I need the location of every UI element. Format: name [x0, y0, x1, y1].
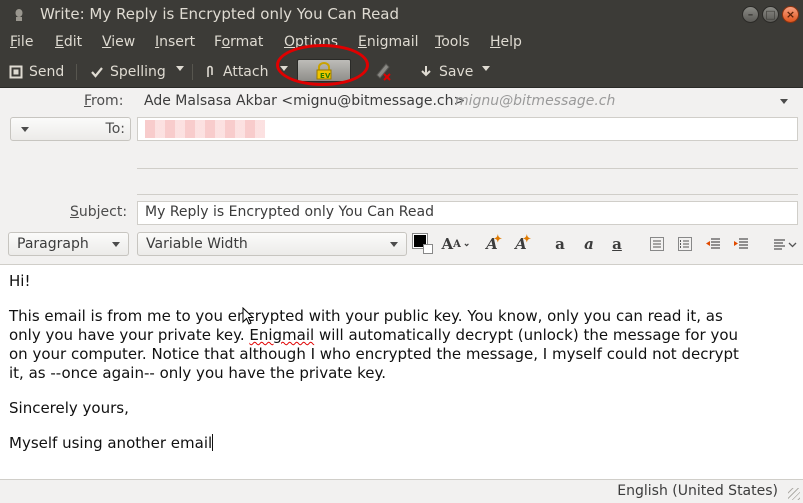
body-line: only you have your private key. Enigmail…: [9, 326, 739, 344]
alignment-dropdown-icon[interactable]: [772, 234, 800, 254]
menu-view[interactable]: View: [102, 34, 135, 50]
underline-icon[interactable]: a: [607, 234, 627, 254]
body-line: This email is from me to you encrypted w…: [9, 307, 723, 325]
font-select[interactable]: Variable Width: [137, 232, 407, 256]
address-row-divider: [137, 168, 798, 169]
body-line: it, as --once again-- only you have the …: [9, 364, 387, 382]
window-controls: – □ ×: [742, 6, 799, 23]
spelling-button[interactable]: Spelling: [90, 62, 166, 82]
signature-line: Myself using another email: [9, 434, 214, 452]
address-type-select[interactable]: To:: [10, 117, 131, 141]
smaller-text-icon[interactable]: A ✦: [482, 234, 502, 254]
body-line: on your computer. Notice that although I…: [9, 345, 739, 363]
larger-text-icon[interactable]: A ✦: [511, 234, 531, 254]
address-row-divider: [137, 194, 798, 195]
encrypt-toggle-button[interactable]: E V: [297, 59, 351, 82]
menu-file[interactable]: File: [10, 34, 33, 50]
minimize-button[interactable]: –: [742, 6, 759, 23]
status-bar: English (United States): [0, 479, 803, 503]
from-identity: mignu@bitmessage.ch: [455, 93, 616, 109]
checkmark-icon: [90, 65, 104, 79]
from-label: From:: [84, 93, 124, 109]
spellcheck-language[interactable]: English (United States): [617, 483, 778, 499]
text-caret: [212, 434, 214, 451]
font-size-icon[interactable]: A A ⌄: [441, 234, 471, 254]
chevron-down-icon: [112, 242, 120, 247]
attach-dropdown-arrow[interactable]: [280, 66, 288, 71]
menu-format[interactable]: Format: [214, 34, 263, 50]
subject-label: Subject:: [70, 204, 128, 220]
pen-x-icon[interactable]: [373, 61, 393, 81]
mouse-pointer-icon: [242, 307, 254, 325]
menu-edit[interactable]: Edit: [55, 34, 82, 50]
compose-window-icon: [15, 9, 23, 21]
window-title: Write: My Reply is Encrypted only You Ca…: [40, 5, 400, 23]
paperclip-icon: [203, 65, 217, 79]
attach-button[interactable]: Attach: [203, 62, 268, 82]
toolbar-separator: [192, 64, 193, 80]
lock-key-icon: E V: [316, 61, 332, 80]
outdent-icon[interactable]: [703, 234, 723, 254]
menu-bar: File Edit View Insert Format Options Eni…: [0, 29, 803, 56]
bullet-list-icon[interactable]: [647, 234, 667, 254]
menu-insert[interactable]: Insert: [155, 34, 195, 50]
misspelled-word[interactable]: Enigmail: [249, 326, 314, 344]
save-button[interactable]: Save: [419, 62, 473, 82]
download-arrow-icon: [419, 65, 433, 79]
redacted-recipient: [145, 120, 265, 138]
title-bar: Write: My Reply is Encrypted only You Ca…: [0, 0, 803, 29]
subject-value: My Reply is Encrypted only You Can Read: [145, 204, 434, 220]
chevron-down-icon: [21, 127, 29, 132]
menu-options[interactable]: Options: [284, 34, 338, 50]
close-button[interactable]: ×: [782, 6, 799, 23]
menu-enigmail[interactable]: Enigmail: [358, 34, 419, 50]
send-icon: [9, 65, 23, 79]
maximize-button[interactable]: □: [762, 6, 779, 23]
resize-grip[interactable]: [788, 488, 800, 500]
greeting-line: Hi!: [9, 272, 31, 290]
background-color-swatch[interactable]: [423, 244, 433, 254]
italic-icon[interactable]: a: [579, 234, 599, 254]
menu-help[interactable]: Help: [490, 34, 522, 50]
indent-icon[interactable]: [731, 234, 751, 254]
compose-toolbar: Send Spelling Attach Save: [0, 56, 803, 88]
toolbar-separator: [76, 64, 77, 80]
from-dropdown-arrow[interactable]: [780, 99, 788, 104]
spelling-dropdown-arrow[interactable]: [176, 66, 184, 71]
paragraph-format-select[interactable]: Paragraph: [8, 232, 129, 256]
svg-text:V: V: [325, 72, 331, 80]
send-button[interactable]: Send: [9, 62, 64, 82]
closing-line: Sincerely yours,: [9, 399, 129, 417]
from-address[interactable]: Ade Malsasa Akbar <mignu@bitmessage.ch>: [144, 93, 465, 109]
chevron-down-icon: [390, 242, 398, 247]
numbered-list-icon[interactable]: [675, 234, 695, 254]
save-dropdown-arrow[interactable]: [482, 66, 490, 71]
menu-tools[interactable]: Tools: [435, 34, 470, 50]
bold-icon[interactable]: a: [550, 234, 570, 254]
